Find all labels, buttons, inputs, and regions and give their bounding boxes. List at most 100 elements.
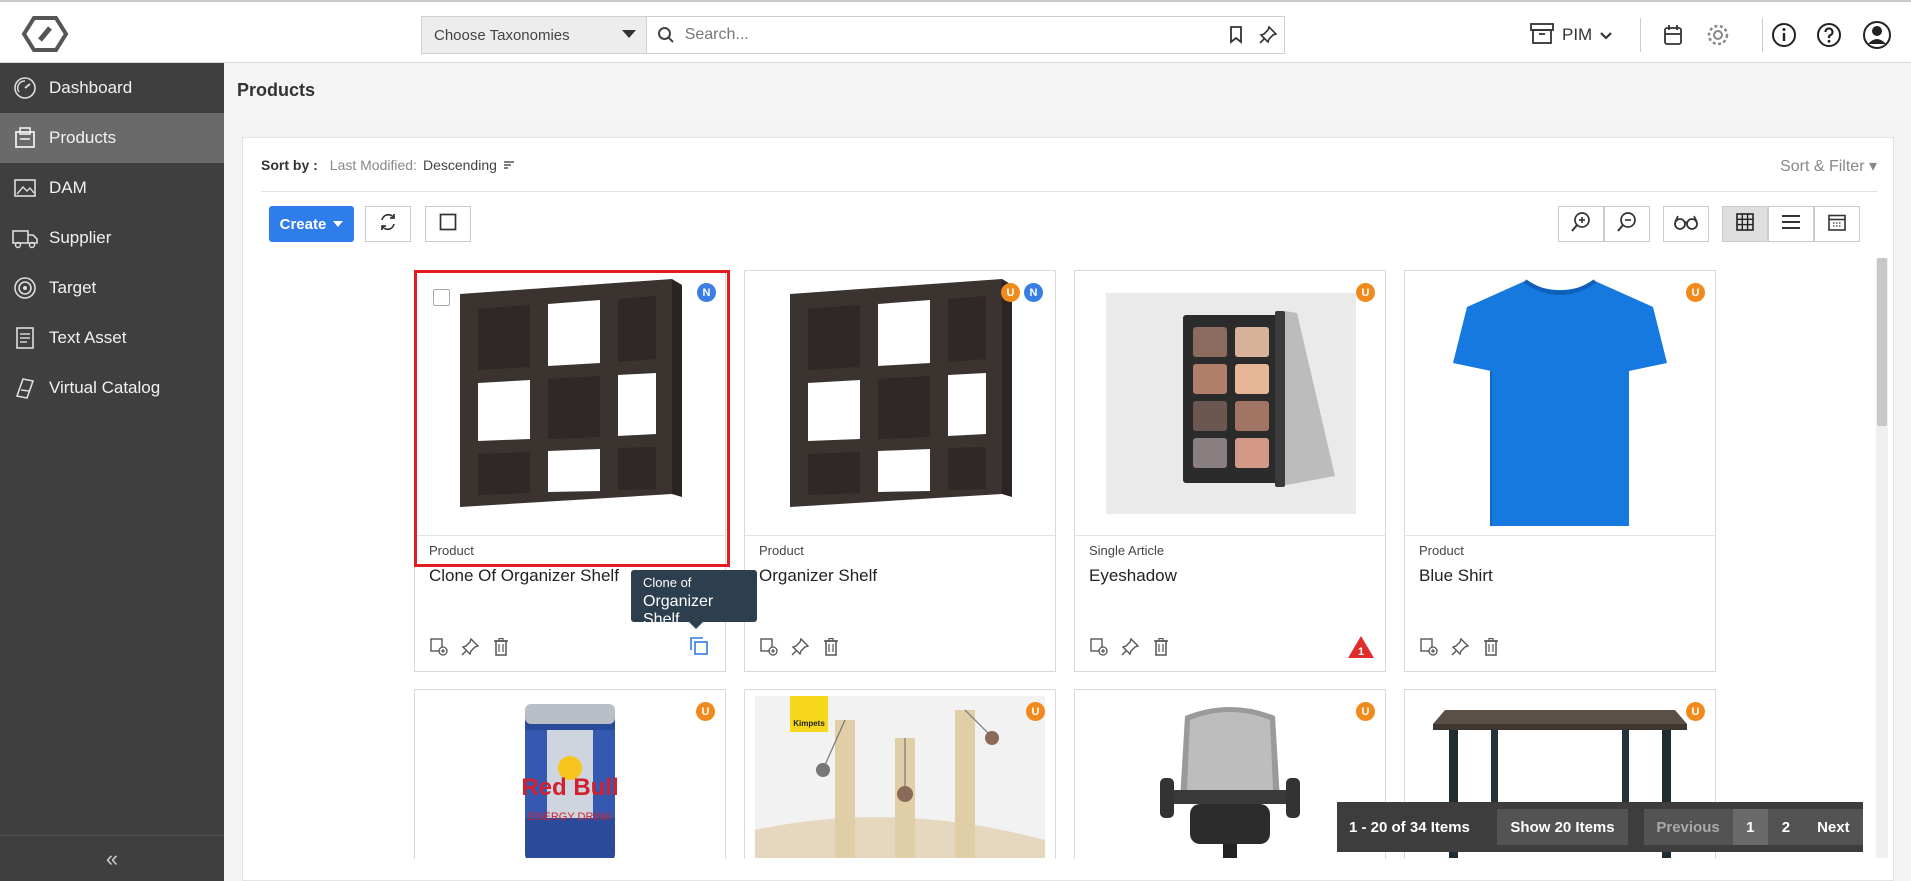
- zoom-out-button[interactable]: [1604, 206, 1650, 242]
- document-icon: [12, 325, 38, 351]
- trash-icon[interactable]: [491, 637, 511, 657]
- chevron-down-icon: [1600, 25, 1613, 45]
- info-icon[interactable]: [1767, 18, 1801, 52]
- page-1-button[interactable]: 1: [1732, 809, 1769, 845]
- product-image: Red Bull ENERGY DRINK U: [415, 690, 725, 858]
- scrollbar-thumb[interactable]: [1877, 258, 1887, 426]
- sidebar-item-virtual-catalog[interactable]: Virtual Catalog: [0, 363, 224, 413]
- chevron-down-icon: [622, 30, 636, 38]
- pin-icon[interactable]: [790, 637, 810, 657]
- caret-down-icon: [333, 221, 344, 227]
- product-card[interactable]: U Single Article Eyeshadow 1: [1074, 270, 1386, 672]
- help-icon[interactable]: [1812, 18, 1846, 52]
- product-name[interactable]: Eyeshadow: [1089, 566, 1177, 586]
- sort-label: Sort by :: [261, 156, 318, 173]
- sidebar-item-dashboard[interactable]: Dashboard: [0, 63, 224, 113]
- pin-icon[interactable]: [1252, 17, 1284, 53]
- clone-icon[interactable]: [690, 637, 710, 657]
- product-card[interactable]: U Product Blue Shirt: [1404, 270, 1716, 672]
- warning-icon[interactable]: 1: [1347, 635, 1375, 659]
- trash-icon[interactable]: [821, 637, 841, 657]
- add-to-collection-icon[interactable]: [1089, 637, 1109, 657]
- add-to-collection-icon[interactable]: [1419, 637, 1439, 657]
- image-icon: [12, 175, 38, 201]
- product-name[interactable]: Clone Of Organizer Shelf: [429, 566, 619, 586]
- sidebar: Dashboard Products DAM Supplier Target T…: [0, 63, 224, 881]
- grid-view-button[interactable]: [1722, 206, 1768, 242]
- app-switcher[interactable]: PIM: [1530, 18, 1613, 52]
- calendar-view-button[interactable]: [1814, 206, 1860, 242]
- sidebar-item-products[interactable]: Products: [0, 113, 224, 163]
- pin-icon[interactable]: [460, 637, 480, 657]
- bookmark-icon[interactable]: [1221, 17, 1253, 53]
- refresh-icon: [378, 212, 398, 237]
- product-card[interactable]: Kimpets U: [744, 689, 1056, 859]
- product-image: U N: [745, 271, 1055, 536]
- sidebar-item-supplier[interactable]: Supplier: [0, 213, 224, 263]
- updated-badge: U: [1026, 702, 1045, 721]
- archive-box-icon: [1530, 22, 1554, 49]
- sidebar-item-label: Text Asset: [49, 328, 127, 347]
- sort-order-icon[interactable]: [503, 157, 515, 173]
- warning-count: 1: [1358, 646, 1364, 658]
- divider: [1640, 18, 1641, 52]
- page-2-button[interactable]: 2: [1768, 809, 1804, 845]
- next-button[interactable]: Next: [1803, 809, 1863, 845]
- new-badge: N: [1024, 283, 1043, 302]
- sort-direction[interactable]: Descending: [423, 157, 497, 173]
- previous-button[interactable]: Previous: [1643, 809, 1733, 845]
- trash-icon[interactable]: [1481, 637, 1501, 657]
- product-image: U: [1405, 271, 1715, 536]
- add-to-collection-icon[interactable]: [429, 637, 449, 657]
- search-icon: [647, 17, 685, 53]
- cart-icon[interactable]: [1656, 18, 1690, 52]
- product-image: Kimpets U: [745, 690, 1055, 858]
- sidebar-item-target[interactable]: Target: [0, 263, 224, 313]
- page-header: Products: [224, 63, 1911, 119]
- pin-icon[interactable]: [1120, 637, 1140, 657]
- list-view-button[interactable]: [1768, 206, 1814, 242]
- sort-bar: Sort by : Last Modified: Descending Sort…: [261, 138, 1877, 192]
- pin-icon[interactable]: [1450, 637, 1470, 657]
- sidebar-collapse-button[interactable]: «: [0, 835, 224, 881]
- user-avatar-icon[interactable]: [1860, 18, 1894, 52]
- sort-key[interactable]: Last Modified:: [330, 157, 417, 173]
- sort-filter-toggle[interactable]: Sort & Filter ▾: [1780, 156, 1877, 176]
- kimpets-brand-text: Kimpets: [793, 719, 825, 728]
- redbull-subtext: ENERGY DRINK: [528, 811, 612, 823]
- page-size-button[interactable]: Show 20 Items: [1497, 809, 1628, 845]
- sidebar-item-label: Virtual Catalog: [49, 378, 161, 397]
- target-icon: [12, 275, 38, 301]
- product-name[interactable]: Organizer Shelf: [759, 566, 877, 586]
- gear-icon[interactable]: [1701, 18, 1735, 52]
- selection-highlight: [414, 270, 730, 567]
- select-all-button[interactable]: [425, 206, 471, 242]
- product-card[interactable]: U N Product Organizer Shelf: [744, 270, 1056, 672]
- zoom-in-button[interactable]: [1558, 206, 1604, 242]
- taxonomy-label: Choose Taxonomies: [434, 26, 570, 44]
- create-button[interactable]: Create: [269, 206, 354, 242]
- product-name[interactable]: Blue Shirt: [1419, 566, 1493, 586]
- preview-button[interactable]: [1663, 206, 1709, 242]
- zoom-out-icon: [1616, 211, 1638, 238]
- refresh-button[interactable]: [365, 206, 411, 242]
- trash-icon[interactable]: [1151, 637, 1171, 657]
- updated-badge: U: [696, 702, 715, 721]
- product-type: Product: [1419, 543, 1464, 558]
- card-actions: [1089, 637, 1171, 657]
- sidebar-item-text-asset[interactable]: Text Asset: [0, 313, 224, 363]
- app-logo-icon[interactable]: [20, 14, 72, 54]
- add-to-collection-icon[interactable]: [759, 637, 779, 657]
- card-actions: [1419, 637, 1501, 657]
- product-type: Product: [759, 543, 804, 558]
- search-input[interactable]: [684, 26, 1221, 44]
- zoom-in-icon: [1570, 211, 1592, 238]
- updated-badge: U: [1686, 702, 1705, 721]
- taxonomy-dropdown[interactable]: Choose Taxonomies: [421, 16, 646, 54]
- create-button-label: Create: [279, 215, 327, 233]
- product-type: Single Article: [1089, 543, 1165, 558]
- product-card[interactable]: Red Bull ENERGY DRINK U: [414, 689, 726, 859]
- sidebar-item-dam[interactable]: DAM: [0, 163, 224, 213]
- content-scrollbar[interactable]: [1876, 258, 1888, 858]
- grid-view-icon: [1736, 212, 1754, 236]
